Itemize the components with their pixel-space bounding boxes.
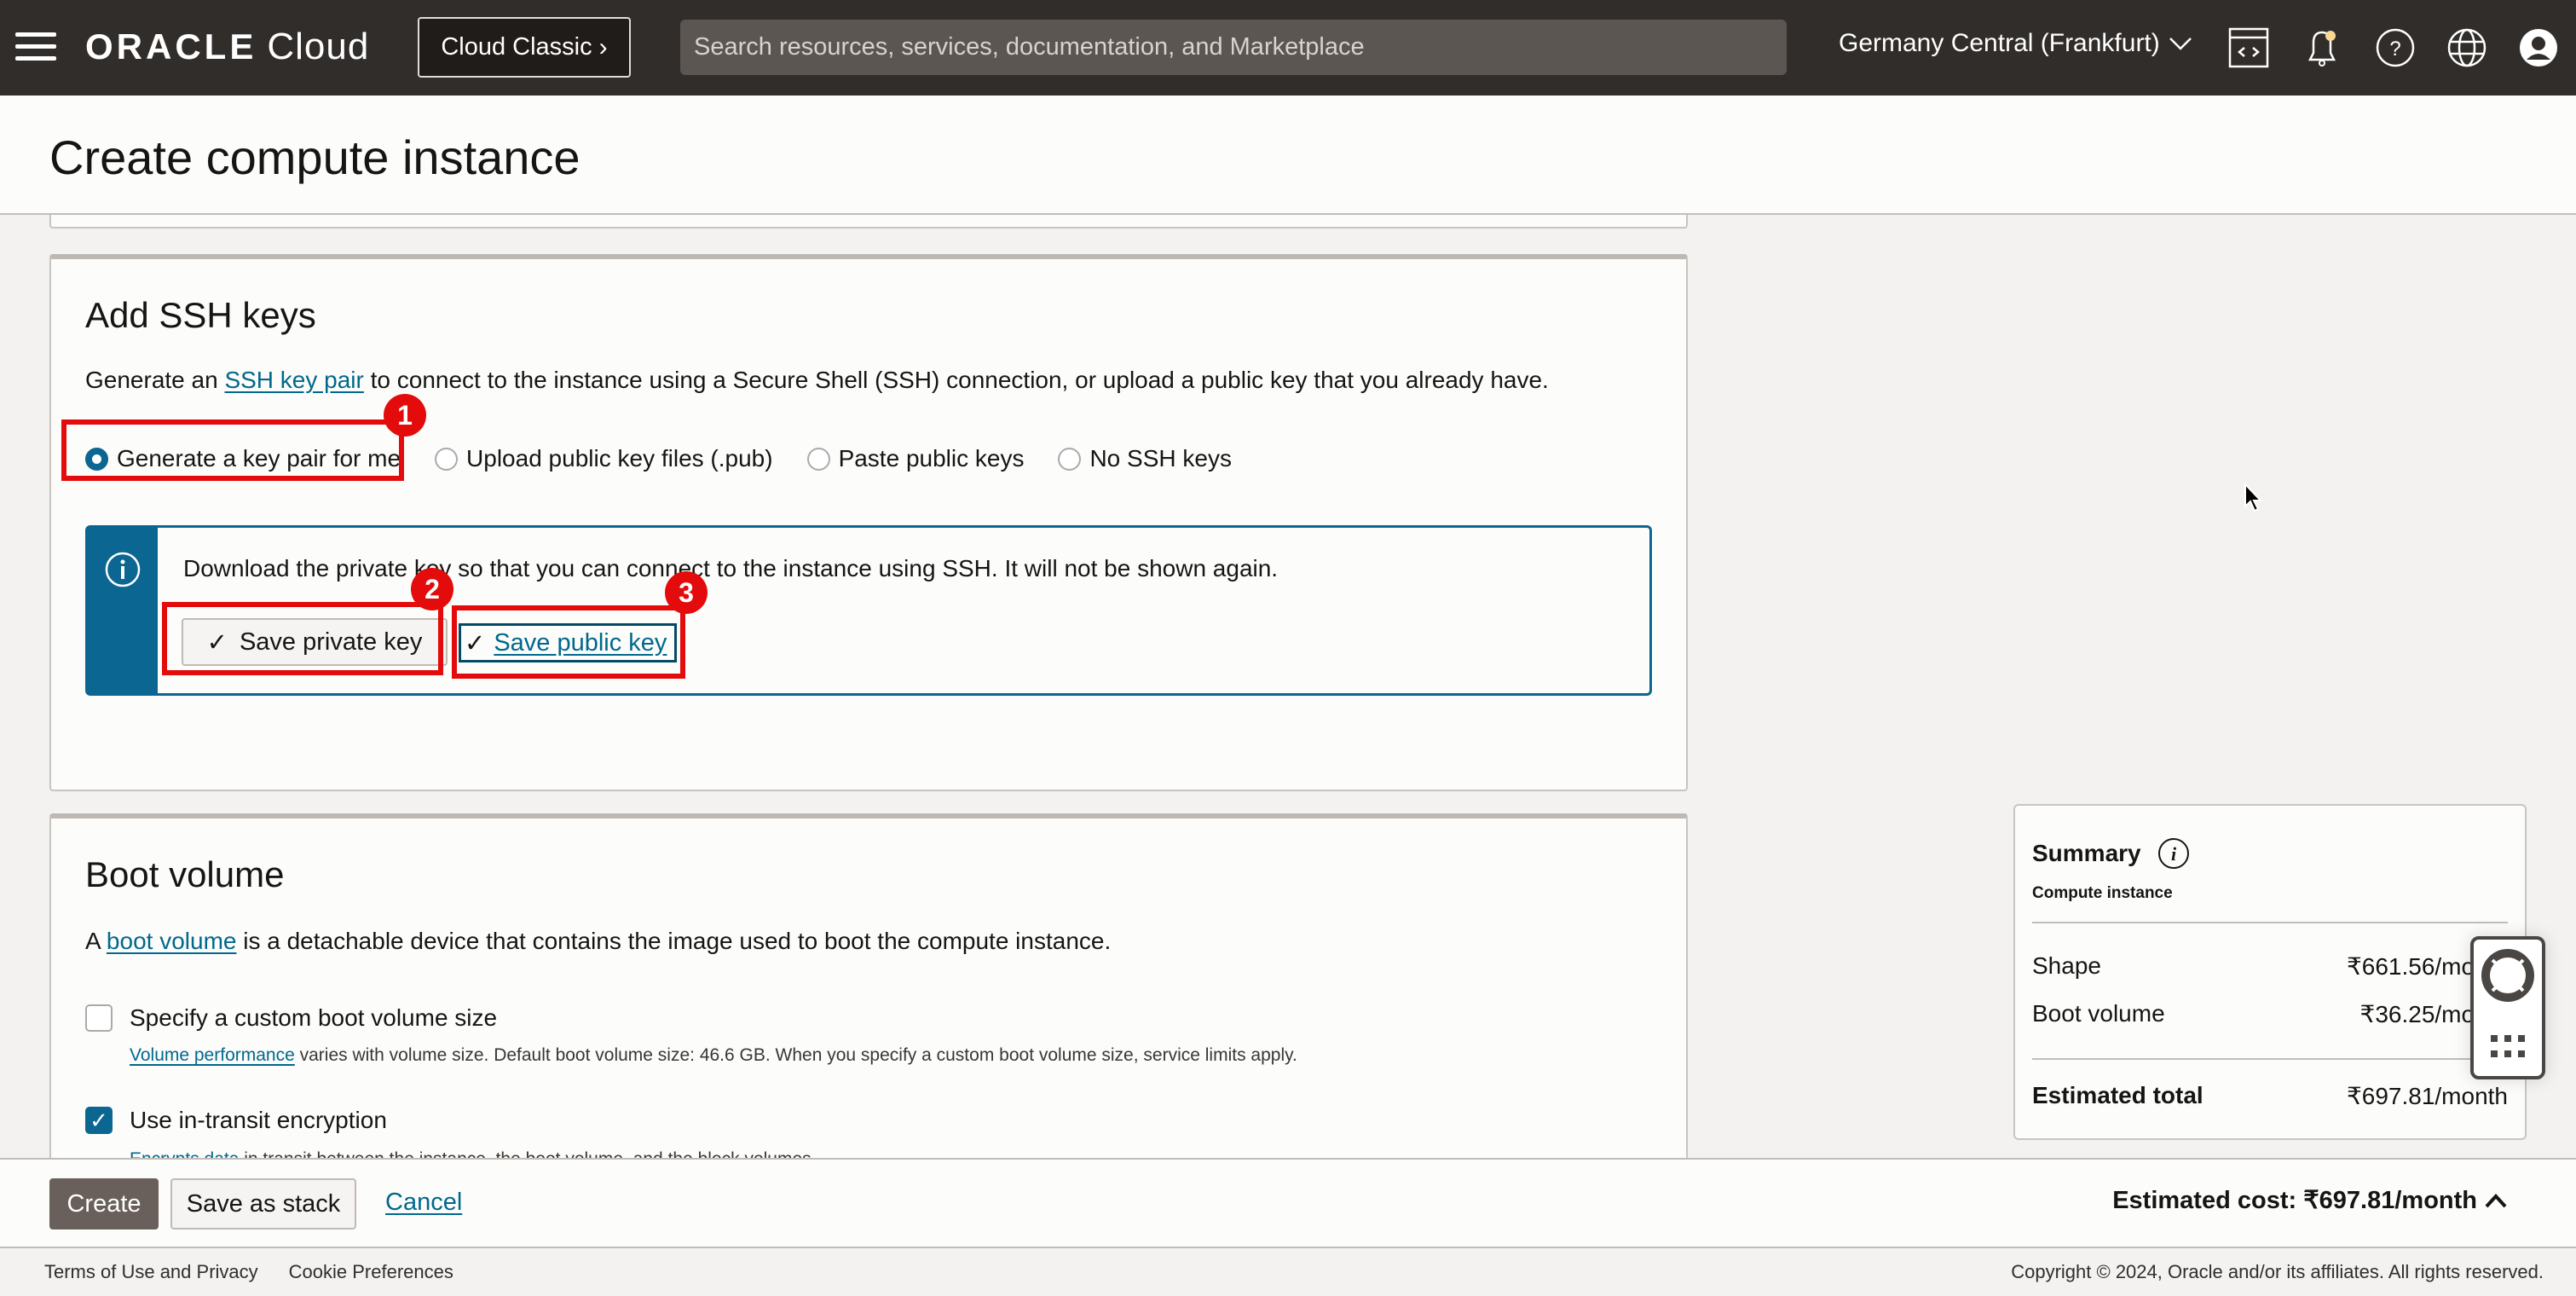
radio-label: No SSH keys (1089, 445, 1232, 472)
chevron-right-icon: › (598, 32, 608, 61)
in-transit-encryption-checkbox[interactable]: ✓ (85, 1107, 113, 1134)
custom-boot-size-checkbox[interactable] (85, 1004, 113, 1032)
boot-section-heading: Boot volume (85, 854, 285, 894)
summary-total-value: ₹697.81/month (2346, 1083, 2508, 1109)
summary-row-boot-volume: Boot volume ₹36.25/month (2032, 1000, 2508, 1028)
annotation-badge-2: 2 (411, 568, 453, 610)
ssh-section-heading: Add SSH keys (85, 295, 316, 335)
code-editor-icon[interactable] (2227, 26, 2271, 70)
annotation-box-1 (61, 419, 404, 481)
cost-summary-panel: Summary i Compute instance Shape ₹661.56… (2013, 804, 2527, 1140)
volume-performance-link[interactable]: Volume performance (130, 1045, 295, 1065)
create-button-label: Create (66, 1189, 142, 1218)
summary-total-row: Estimated total ₹697.81/month (2032, 1082, 2508, 1110)
previous-section-card-bottom (49, 215, 1688, 229)
logo-brand: ORACLE (85, 26, 257, 67)
summary-row-label: Shape (2032, 952, 2101, 979)
annotation-badge-1: 1 (384, 394, 426, 437)
copyright-text: Copyright © 2024, Oracle and/or its affi… (2011, 1261, 2544, 1282)
save-as-stack-label: Save as stack (186, 1189, 341, 1218)
ssh-keys-section: Add SSH keys Generate an SSH key pair to… (49, 254, 1688, 791)
estimated-cost-toggle[interactable]: Estimated cost: ₹697.81/month (2112, 1185, 2508, 1215)
create-button[interactable]: Create (49, 1178, 159, 1229)
custom-hint-text: varies with volume size. Default boot vo… (299, 1045, 1297, 1065)
top-navigation-bar: ORACLE Cloud Cloud Classic › Germany Cen… (0, 0, 2576, 95)
radio-label: Upload public key files (.pub) (466, 445, 773, 472)
svg-text:?: ? (2389, 38, 2400, 61)
logo-suffix: Cloud (267, 26, 370, 67)
region-label: Germany Central (Frankfurt) (1839, 29, 2160, 57)
user-profile-icon[interactable] (2516, 26, 2561, 70)
page-footer: Terms of Use and Privacy Cookie Preferen… (0, 1248, 2576, 1296)
radio-upload-public-key[interactable]: Upload public key files (.pub) (435, 445, 773, 472)
boot-description: A boot volume is a detachable device tha… (85, 928, 1111, 955)
help-support-widget[interactable] (2470, 936, 2545, 1079)
cloud-classic-button[interactable]: Cloud Classic › (418, 17, 631, 78)
apps-grid-icon[interactable] (2489, 1033, 2530, 1061)
annotation-box-3 (452, 605, 685, 679)
save-as-stack-button[interactable]: Save as stack (170, 1178, 356, 1229)
boot-volume-link[interactable]: boot volume (107, 928, 237, 954)
ssh-desc-prefix: Generate an (85, 367, 218, 393)
annotation-box-2 (162, 602, 443, 675)
summary-total-label: Estimated total (2032, 1082, 2203, 1108)
check-icon: ✓ (90, 1107, 108, 1133)
chevron-down-icon (2169, 38, 2192, 50)
summary-row-shape: Shape ₹661.56/month (2032, 952, 2508, 981)
custom-boot-size-label: Specify a custom boot volume size (130, 1004, 498, 1031)
in-transit-encryption-label: Use in-transit encryption (130, 1107, 387, 1133)
menu-hamburger-icon[interactable] (15, 32, 56, 61)
annotation-badge-3: 3 (665, 571, 708, 614)
cookie-preferences-link[interactable]: Cookie Preferences (289, 1261, 453, 1283)
radio-paste-public-keys[interactable]: Paste public keys (806, 445, 1025, 472)
boot-desc-prefix: A (85, 928, 101, 954)
mouse-cursor-icon (2244, 483, 2263, 512)
summary-divider (2032, 922, 2508, 923)
notifications-bell-icon[interactable] (2300, 26, 2344, 70)
form-action-bar: Create Save as stack Cancel Estimated co… (0, 1158, 2576, 1248)
info-message: Download the private key so that you can… (183, 555, 1279, 581)
summary-row-label: Boot volume (2032, 1000, 2165, 1027)
page-header: Create compute instance (0, 95, 2576, 215)
radio-no-ssh-keys[interactable]: No SSH keys (1058, 445, 1232, 472)
svg-text:i: i (2171, 843, 2177, 865)
info-icon (105, 552, 141, 587)
radio-label: Paste public keys (838, 445, 1025, 472)
summary-divider (2032, 1058, 2508, 1060)
ssh-key-pair-link[interactable]: SSH key pair (224, 367, 363, 393)
lifebuoy-icon[interactable] (2481, 948, 2535, 1003)
custom-boot-size-hint: Volume performance varies with volume si… (130, 1045, 1297, 1066)
summary-subtitle: Compute instance (2032, 884, 2173, 902)
boot-volume-section: Boot volume A boot volume is a detachabl… (49, 813, 1688, 1172)
radio-indicator (1058, 447, 1082, 471)
cancel-link[interactable]: Cancel (385, 1189, 462, 1217)
language-globe-icon[interactable] (2445, 26, 2489, 70)
chevron-up-icon (2485, 1193, 2507, 1207)
region-selector[interactable]: Germany Central (Frankfurt) (1839, 29, 2192, 58)
radio-indicator (435, 447, 459, 471)
cloud-classic-label: Cloud Classic (441, 33, 592, 61)
terms-link[interactable]: Terms of Use and Privacy (44, 1261, 258, 1283)
boot-desc-suffix: is a detachable device that contains the… (243, 928, 1112, 954)
oracle-cloud-logo[interactable]: ORACLE Cloud (85, 26, 369, 68)
radio-indicator (806, 447, 830, 471)
ssh-desc-suffix: to connect to the instance using a Secur… (370, 367, 1549, 393)
global-search-input[interactable] (680, 20, 1787, 75)
help-icon[interactable]: ? (2373, 26, 2417, 70)
info-icon[interactable]: i (2157, 836, 2191, 871)
summary-title: Summary i (2032, 836, 2191, 871)
page-title: Create compute instance (49, 130, 580, 184)
info-banner-stripe (88, 528, 158, 693)
ssh-description: Generate an SSH key pair to connect to t… (85, 367, 1549, 394)
summary-title-text: Summary (2032, 840, 2141, 866)
estimated-cost-label: Estimated cost: ₹697.81/month (2112, 1187, 2477, 1214)
